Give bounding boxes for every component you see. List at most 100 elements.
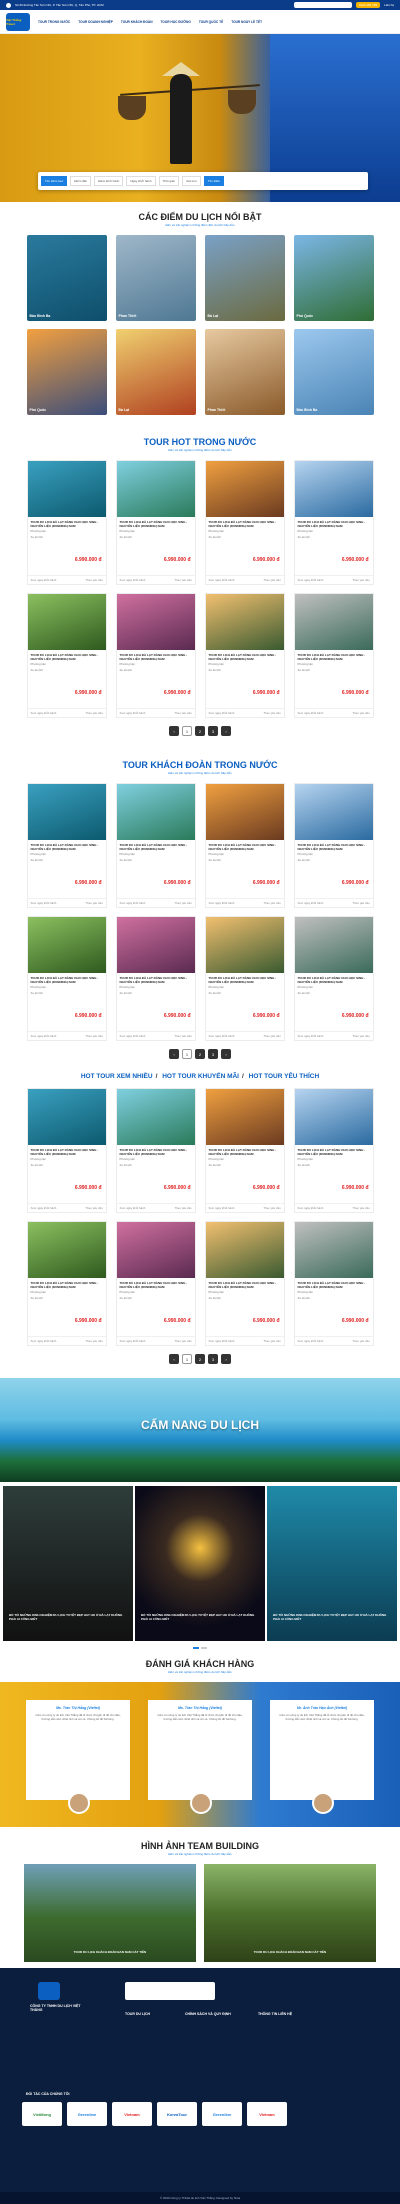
request-link[interactable]: Theo yêu cầu — [353, 711, 370, 715]
tour-name[interactable]: Tour du lịch Đà Lạt dành cho học sinh - … — [117, 1145, 195, 1156]
tour-card[interactable]: Tour du lịch Đà Lạt dành cho học sinh - … — [204, 593, 285, 718]
tour-image[interactable] — [205, 917, 284, 973]
tour-name[interactable]: Tour du lịch Đà Lạt dành cho học sinh - … — [295, 517, 373, 528]
destination-card[interactable]: Đảo Bình Ba — [26, 235, 107, 321]
partner-logo[interactable]: KoreaTour — [157, 2102, 197, 2126]
tour-image[interactable] — [205, 784, 284, 840]
tour-card[interactable]: Tour du lịch Đà Lạt dành cho học sinh - … — [115, 1221, 196, 1346]
partner-logo[interactable]: VietMong — [22, 2102, 62, 2126]
tour-card[interactable]: Tour du lịch Đà Lạt dành cho học sinh - … — [26, 783, 107, 908]
request-link[interactable]: Theo yêu cầu — [86, 711, 103, 715]
page-button[interactable]: 3 — [208, 1049, 218, 1059]
tour-card[interactable]: Tour du lịch Đà Lạt dành cho học sinh - … — [115, 1088, 196, 1213]
nav-item[interactable]: Tour trong nước — [38, 20, 70, 24]
request-link[interactable]: Theo yêu cầu — [175, 901, 192, 905]
tour-card[interactable]: Tour du lịch Đà Lạt dành cho học sinh - … — [26, 1088, 107, 1213]
page-button[interactable]: 1 — [182, 726, 192, 736]
request-link[interactable]: Theo yêu cầu — [264, 1339, 281, 1343]
request-link[interactable]: Theo yêu cầu — [86, 901, 103, 905]
page-button[interactable]: 2 — [195, 1354, 205, 1364]
tab-favorite[interactable]: Hot tour yêu thích — [249, 1073, 320, 1080]
tour-name[interactable]: Tour du lịch Đà Lạt dành cho học sinh - … — [295, 1145, 373, 1156]
departure-link[interactable]: Xem ngày khởi hành — [298, 1034, 324, 1038]
destination-card[interactable]: Đà Lạt — [204, 235, 285, 321]
tour-card[interactable]: Tour du lịch Đà Lạt dành cho học sinh - … — [26, 1221, 107, 1346]
departure-link[interactable]: Xem ngày khởi hành — [298, 901, 324, 905]
tour-name[interactable]: Tour du lịch Đà Lạt dành cho học sinh - … — [28, 1145, 106, 1156]
tour-image[interactable] — [116, 594, 195, 650]
tour-card[interactable]: Tour du lịch Đà Lạt dành cho học sinh - … — [204, 460, 285, 585]
departure-link[interactable]: Xem ngày khởi hành — [31, 1339, 57, 1343]
departure-link[interactable]: Xem ngày khởi hành — [209, 711, 235, 715]
page-button[interactable]: 1 — [182, 1049, 192, 1059]
next-page-button[interactable]: › — [221, 1354, 231, 1364]
departure-link[interactable]: Xem ngày khởi hành — [298, 1339, 324, 1343]
departure-link[interactable]: Xem ngày khởi hành — [298, 711, 324, 715]
tab-search-tour[interactable]: Tìm kiếm tour — [41, 176, 68, 186]
departure-link[interactable]: Xem ngày khởi hành — [298, 1206, 324, 1210]
request-link[interactable]: Theo yêu cầu — [86, 1339, 103, 1343]
tab-promotion[interactable]: Hot tour khuyến mãi — [162, 1073, 239, 1080]
tour-name[interactable]: Tour du lịch Đà Lạt dành cho học sinh - … — [28, 1278, 106, 1289]
tour-name[interactable]: Tour du lịch Đà Lạt dành cho học sinh - … — [206, 1145, 284, 1156]
prev-page-button[interactable]: ‹ — [169, 1354, 179, 1364]
tour-image[interactable] — [27, 1089, 106, 1145]
departure-link[interactable]: Xem ngày khởi hành — [31, 711, 57, 715]
tour-image[interactable] — [294, 461, 373, 517]
tour-card[interactable]: Tour du lịch Đà Lạt dành cho học sinh - … — [26, 460, 107, 585]
tour-name[interactable]: Tour du lịch Đà Lạt dành cho học sinh - … — [206, 973, 284, 984]
request-link[interactable]: Theo yêu cầu — [353, 901, 370, 905]
tour-name[interactable]: Tour du lịch Đà Lạt dành cho học sinh - … — [28, 840, 106, 851]
request-link[interactable]: Theo yêu cầu — [353, 1206, 370, 1210]
request-link[interactable]: Theo yêu cầu — [175, 1339, 192, 1343]
page-button[interactable]: 2 — [195, 1049, 205, 1059]
tour-name[interactable]: Tour du lịch Đà Lạt dành cho học sinh - … — [117, 650, 195, 661]
tour-image[interactable] — [27, 784, 106, 840]
prev-page-button[interactable]: ‹ — [169, 1049, 179, 1059]
tour-image[interactable] — [116, 917, 195, 973]
fanpage-widget[interactable] — [125, 1982, 215, 2000]
tour-name[interactable]: Tour du lịch Đà Lạt dành cho học sinh - … — [117, 973, 195, 984]
request-link[interactable]: Theo yêu cầu — [175, 1206, 192, 1210]
departure-link[interactable]: Xem ngày khởi hành — [120, 1339, 146, 1343]
tour-image[interactable] — [27, 917, 106, 973]
nav-item[interactable]: Tour ngày lễ tết — [231, 20, 262, 24]
tour-card[interactable]: Tour du lịch Đà Lạt dành cho học sinh - … — [115, 916, 196, 1041]
page-button[interactable]: 3 — [208, 1354, 218, 1364]
tour-image[interactable] — [27, 594, 106, 650]
departure-link[interactable]: Xem ngày khởi hành — [120, 711, 146, 715]
departure-link[interactable]: Xem ngày khởi hành — [31, 1034, 57, 1038]
tab-date[interactable]: Ngày khởi hành — [126, 176, 156, 186]
tab-departure[interactable]: Điểm khởi hành — [94, 176, 124, 186]
request-link[interactable]: Theo yêu cầu — [264, 901, 281, 905]
tour-name[interactable]: Tour du lịch Đà Lạt dành cho học sinh - … — [295, 650, 373, 661]
tour-image[interactable] — [294, 784, 373, 840]
tour-card[interactable]: Tour du lịch Đà Lạt dành cho học sinh - … — [115, 593, 196, 718]
departure-link[interactable]: Xem ngày khởi hành — [120, 1034, 146, 1038]
search-input[interactable] — [293, 2, 352, 8]
tour-card[interactable]: Tour du lịch Đà Lạt dành cho học sinh - … — [204, 1088, 285, 1213]
guide-card[interactable]: Bỏ túi những kinh nghiệm du lịch tuyệt đ… — [3, 1486, 133, 1641]
tour-image[interactable] — [294, 1089, 373, 1145]
request-link[interactable]: Theo yêu cầu — [86, 578, 103, 582]
partner-logo[interactable]: Vietnam — [247, 2102, 287, 2126]
request-link[interactable]: Theo yêu cầu — [175, 711, 192, 715]
tour-image[interactable] — [205, 594, 284, 650]
departure-link[interactable]: Xem ngày khởi hành — [209, 578, 235, 582]
tour-card[interactable]: Tour du lịch Đà Lạt dành cho học sinh - … — [204, 1221, 285, 1346]
departure-link[interactable]: Xem ngày khởi hành — [209, 1339, 235, 1343]
tour-image[interactable] — [205, 1222, 284, 1278]
tour-card[interactable]: Tour du lịch Đà Lạt dành cho học sinh - … — [293, 1221, 374, 1346]
tour-image[interactable] — [27, 461, 106, 517]
tour-card[interactable]: Tour du lịch Đà Lạt dành cho học sinh - … — [115, 460, 196, 585]
tour-name[interactable]: Tour du lịch Đà Lạt dành cho học sinh - … — [117, 517, 195, 528]
tour-image[interactable] — [116, 784, 195, 840]
team-photo[interactable]: Tour du lịch khách đoàn Ban Nam Cát Tiên — [24, 1864, 196, 1962]
destination-card[interactable]: Phú Quốc — [26, 329, 107, 415]
nav-item[interactable]: Tour học đường — [161, 20, 191, 24]
tour-name[interactable]: Tour du lịch Đà Lạt dành cho học sinh - … — [28, 517, 106, 528]
tour-image[interactable] — [205, 461, 284, 517]
request-link[interactable]: Theo yêu cầu — [353, 1034, 370, 1038]
tour-image[interactable] — [294, 594, 373, 650]
departure-link[interactable]: Xem ngày khởi hành — [209, 901, 235, 905]
